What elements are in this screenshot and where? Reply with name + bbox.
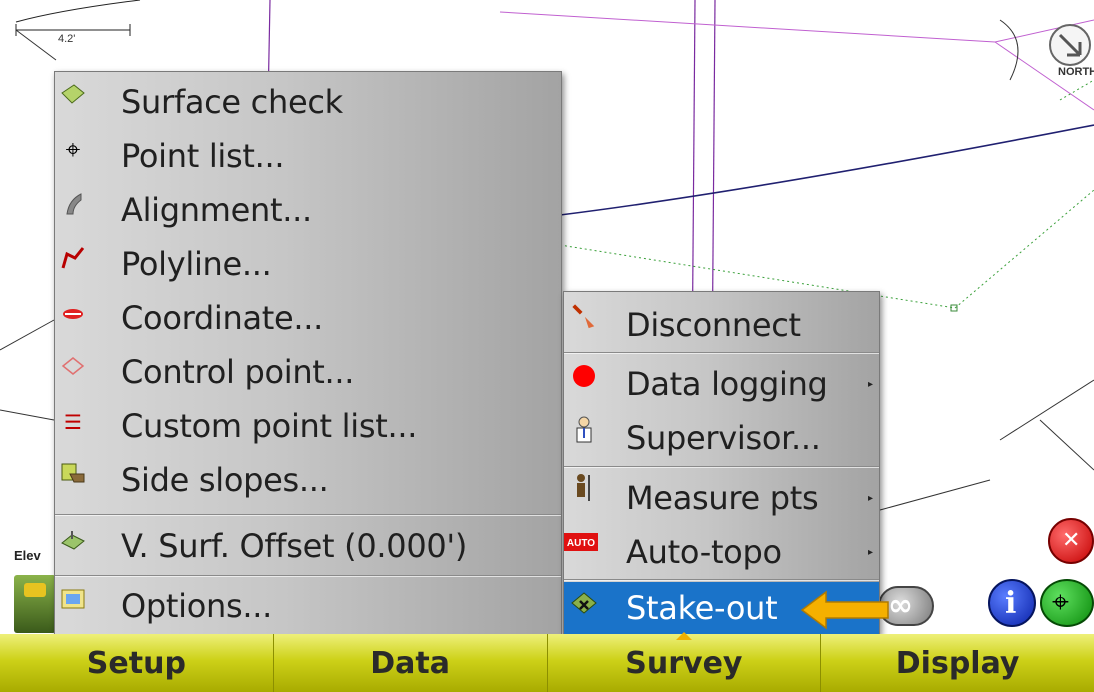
info-button[interactable]: i	[988, 579, 1036, 627]
menu-item-label: Custom point list...	[121, 407, 418, 445]
measure-points-icon	[570, 474, 598, 502]
svg-text:AUTO: AUTO	[567, 538, 595, 549]
pointer-arrow-icon	[800, 590, 889, 630]
stop-logging-button[interactable]: ✕	[1048, 518, 1094, 564]
menu-item-data-logging[interactable]: Data logging ▸	[564, 358, 879, 410]
data-logging-icon	[570, 362, 598, 390]
submenu-arrow-icon: ▸	[867, 546, 873, 558]
menu-item-label: Alignment...	[121, 191, 312, 229]
north-label: NORTH	[1058, 66, 1094, 78]
bottom-menu-bar: Setup Data Survey Display	[0, 632, 1094, 692]
coordinate-icon	[59, 300, 87, 328]
tab-data[interactable]: Data	[274, 634, 548, 692]
menu-item-point-list[interactable]: ⌖ Point list...	[55, 130, 561, 182]
side-slopes-icon	[59, 458, 87, 486]
target-button[interactable]: ⌖	[1040, 579, 1094, 627]
menu-item-label: Options...	[121, 587, 272, 625]
north-arrow-icon[interactable]	[1040, 20, 1094, 90]
menu-item-surface-check[interactable]: Surface check	[55, 76, 561, 128]
scale-label: 4.2'	[58, 33, 76, 45]
menu-item-auto-topo[interactable]: AUTO Auto-topo ▸	[564, 526, 879, 578]
menu-item-polyline[interactable]: Polyline...	[55, 238, 561, 290]
menu-item-coordinate[interactable]: Coordinate...	[55, 292, 561, 344]
polyline-icon	[59, 244, 87, 272]
surface-check-icon	[59, 80, 87, 108]
control-point-icon	[59, 352, 87, 380]
menu-item-control-point[interactable]: Control point...	[55, 346, 561, 398]
menu-item-measure-pts[interactable]: Measure pts ▸	[564, 472, 879, 524]
menu-item-label: Data logging	[626, 365, 828, 403]
disconnect-icon	[570, 302, 598, 330]
tab-survey[interactable]: Survey	[548, 632, 822, 692]
menu-item-side-slopes[interactable]: Side slopes...	[55, 454, 561, 506]
menu-item-label: Disconnect	[626, 306, 801, 344]
tab-display[interactable]: Display	[821, 634, 1094, 692]
menu-item-alignment[interactable]: Alignment...	[55, 184, 561, 236]
list-icon: ☰	[64, 410, 82, 434]
submenu-arrow-icon: ▸	[867, 378, 873, 390]
data-menu: Surface check ⌖ Point list... Alignment.…	[54, 71, 562, 635]
menu-item-label: Auto-topo	[626, 533, 782, 571]
crosshair-icon: ⌖	[65, 135, 81, 165]
menu-item-label: Coordinate...	[121, 299, 324, 337]
surface-offset-icon	[59, 526, 87, 554]
supervisor-icon	[570, 416, 598, 444]
menu-item-disconnect[interactable]: Disconnect	[564, 298, 879, 352]
elevation-label: Elev	[14, 548, 41, 563]
menu-item-options[interactable]: Options...	[55, 580, 561, 632]
menu-item-label: Control point...	[121, 353, 355, 391]
menu-item-label: Measure pts	[626, 479, 819, 517]
options-icon	[59, 586, 87, 614]
auto-topo-icon: AUTO	[564, 528, 598, 556]
menu-item-custom-point-list[interactable]: ☰ Custom point list...	[55, 400, 561, 452]
menu-item-label: Polyline...	[121, 245, 272, 283]
stake-out-icon	[570, 590, 598, 618]
receiver-device-icon[interactable]	[14, 575, 56, 633]
tab-setup[interactable]: Setup	[0, 634, 274, 692]
menu-item-label: Side slopes...	[121, 461, 329, 499]
menu-item-label: Point list...	[121, 137, 285, 175]
menu-item-supervisor[interactable]: Supervisor...	[564, 412, 879, 464]
menu-item-label: V. Surf. Offset (0.000')	[121, 527, 468, 565]
survey-menu: Disconnect Data logging ▸ Supervisor... …	[563, 291, 880, 635]
submenu-arrow-icon: ▸	[867, 492, 873, 504]
menu-item-label: Supervisor...	[626, 419, 821, 457]
menu-item-v-surf-offset[interactable]: V. Surf. Offset (0.000')	[55, 520, 561, 572]
menu-item-label: Surface check	[121, 83, 343, 121]
alignment-icon	[59, 190, 87, 218]
menu-item-label: Stake-out	[626, 589, 778, 627]
